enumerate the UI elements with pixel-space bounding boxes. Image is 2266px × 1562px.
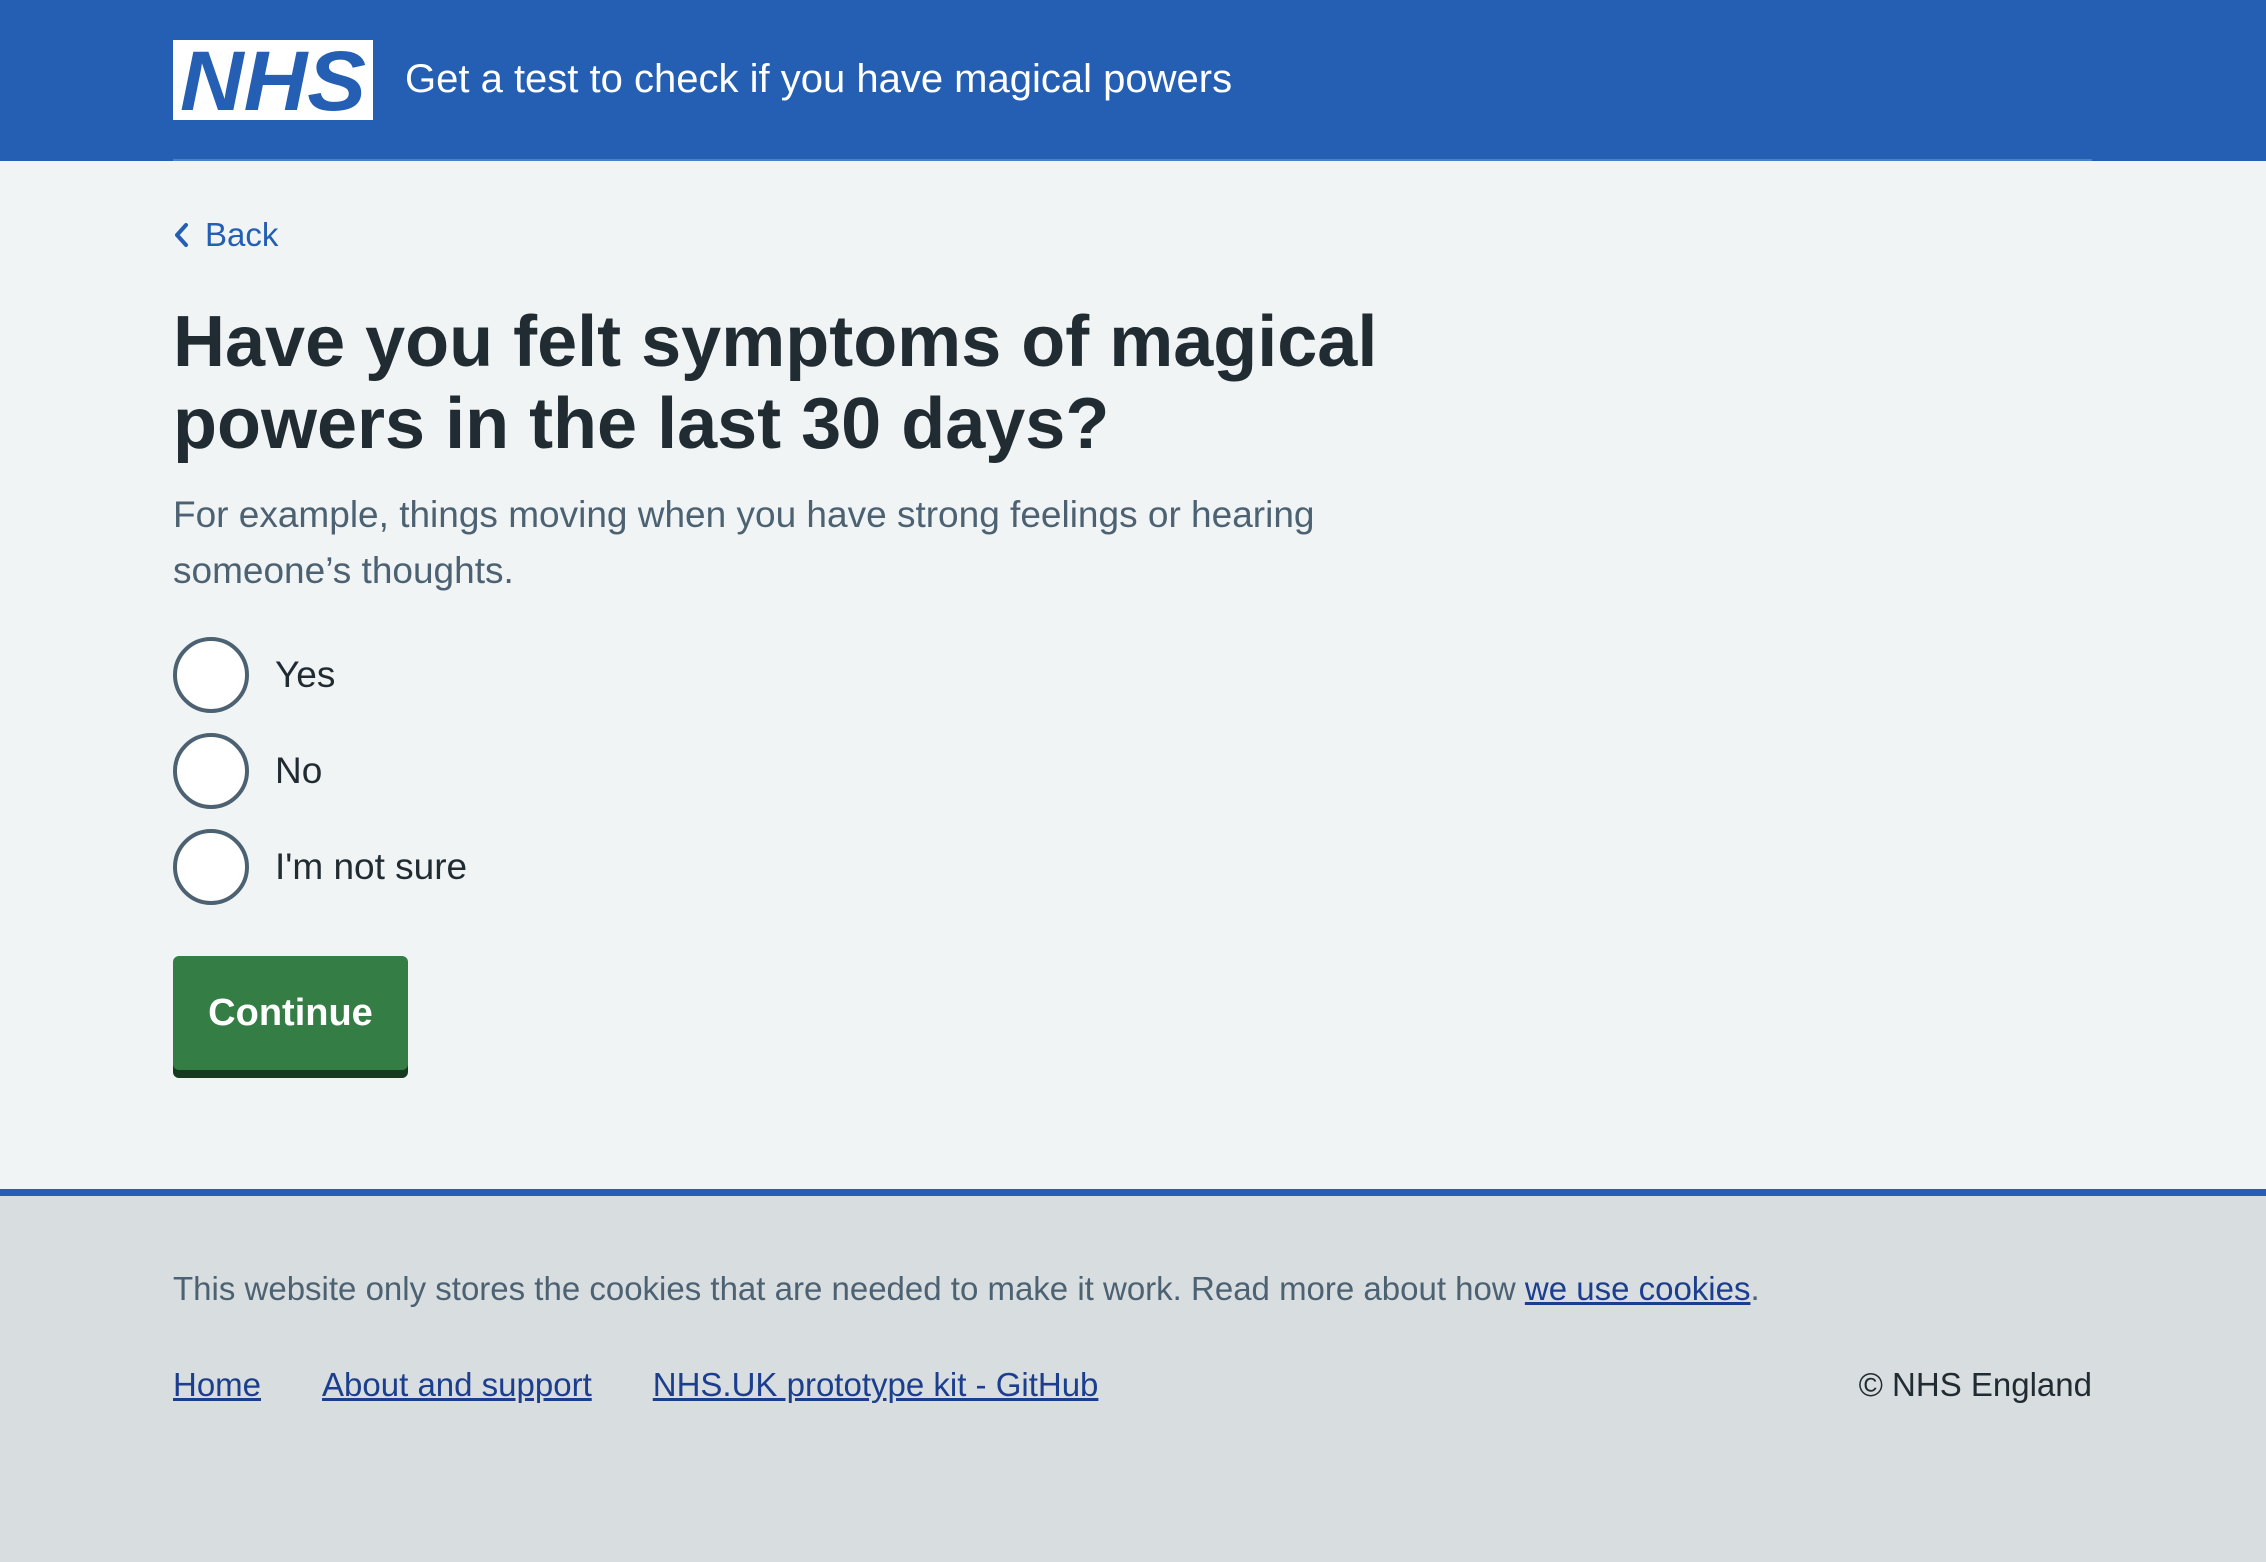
cookies-link[interactable]: we use cookies xyxy=(1525,1270,1751,1307)
site-header: NHS Get a test to check if you have magi… xyxy=(0,0,2266,161)
cookie-notice-end: . xyxy=(1750,1270,1760,1307)
page-title: Have you felt symptoms of magical powers… xyxy=(173,302,1378,464)
nhs-logo-icon: NHS xyxy=(173,40,373,120)
continue-button[interactable]: Continue xyxy=(173,956,408,1070)
svg-text:NHS: NHS xyxy=(180,40,366,120)
footer-link-github[interactable]: NHS.UK prototype kit - GitHub xyxy=(653,1366,1099,1403)
radio-label-yes[interactable]: Yes xyxy=(275,651,335,699)
question-hint: For example, things moving when you have… xyxy=(173,494,1315,591)
radio-input-not-sure[interactable] xyxy=(173,829,249,905)
cookie-notice: This website only stores the cookies tha… xyxy=(173,1267,1760,1311)
back-link-label: Back xyxy=(205,216,279,253)
back-link[interactable]: Back xyxy=(173,213,278,257)
radio-option-yes[interactable]: Yes xyxy=(173,635,335,715)
footer-link-about[interactable]: About and support xyxy=(322,1366,592,1403)
footer-link-home[interactable]: Home xyxy=(173,1366,261,1403)
nhs-logo[interactable]: NHS xyxy=(173,40,373,120)
header-container: NHS Get a test to check if you have magi… xyxy=(173,0,2092,161)
radio-input-no[interactable] xyxy=(173,733,249,809)
copyright: © NHS England xyxy=(1858,1366,2092,1403)
radio-option-not-sure[interactable]: I'm not sure xyxy=(173,827,467,907)
footer-links: Home About and support NHS.UK prototype ki… xyxy=(173,1363,1159,1407)
radio-input-yes[interactable] xyxy=(173,637,249,713)
cookie-notice-text: This website only stores the cookies tha… xyxy=(173,1270,1525,1307)
service-name[interactable]: Get a test to check if you have magical … xyxy=(405,52,1232,106)
radio-label-no[interactable]: No xyxy=(275,747,322,795)
radio-option-no[interactable]: No xyxy=(173,731,322,811)
chevron-left-icon xyxy=(175,223,188,247)
site-footer: This website only stores the cookies tha… xyxy=(0,1189,2266,1562)
radio-label-not-sure[interactable]: I'm not sure xyxy=(275,843,467,891)
